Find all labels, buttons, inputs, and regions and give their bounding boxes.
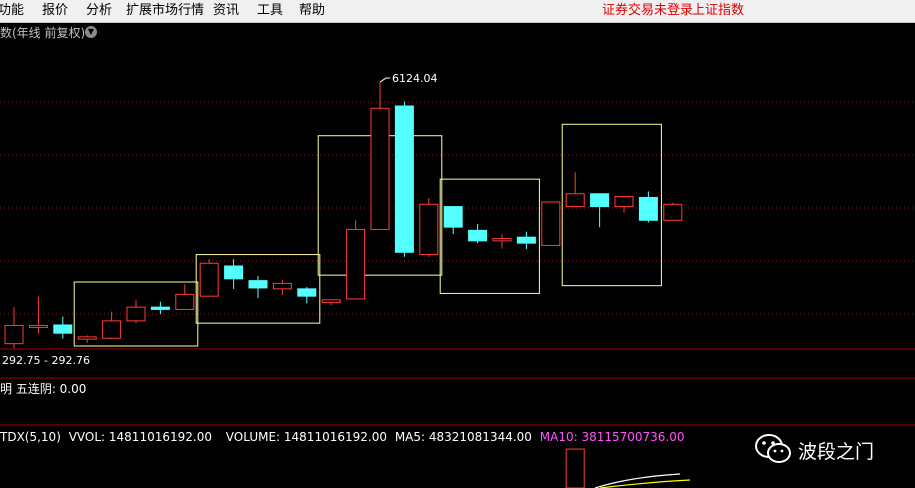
candle-body (614, 196, 634, 208)
ma10-line (599, 479, 691, 488)
candle (4, 307, 24, 349)
candle (224, 259, 244, 289)
candle (394, 101, 414, 257)
candle-body (565, 193, 585, 208)
consolidation-box (439, 178, 540, 294)
candle (346, 220, 366, 300)
candle-body (297, 288, 317, 297)
menu-help[interactable]: 帮助 (299, 3, 325, 19)
candle (272, 279, 292, 296)
high-pointer (379, 77, 390, 83)
menu-function[interactable]: 功能 (0, 3, 24, 19)
grid-lines (0, 101, 915, 426)
vvol-value: VVOL: 14811016192.00 (68, 430, 212, 444)
candle (663, 202, 683, 221)
tdx-label: TDX(5,10) (0, 430, 61, 444)
candle (419, 198, 439, 257)
candle-body (516, 236, 536, 244)
candle-body (4, 324, 24, 345)
candle (248, 276, 268, 298)
menu-extended-market[interactable]: 扩展市场行情 (126, 3, 204, 19)
candle-body (394, 105, 414, 253)
volume-readout: TDX(5,10) VVOL: 14811016192.00 VOLUME: 1… (0, 430, 685, 444)
candles (4, 82, 683, 349)
candle-body (175, 293, 195, 310)
volume-value: VOLUME: 14811016192.00 (225, 430, 387, 444)
candle (638, 191, 658, 223)
menu-quote[interactable]: 报价 (42, 3, 68, 19)
candle (175, 284, 195, 310)
candle-body (443, 206, 463, 228)
trade-login-status[interactable]: 证券交易未登录 (602, 3, 693, 19)
watermark-text: 波段之门 (798, 441, 875, 463)
volume-bar (565, 448, 585, 488)
candle (102, 311, 122, 340)
candle (150, 301, 170, 314)
menu-analysis[interactable]: 分析 (86, 3, 112, 19)
candle (590, 193, 610, 228)
low-label: 292.75 - 292.76 (2, 354, 90, 367)
candlestick-chart: 6124.04 292.75 - 292.76 (0, 72, 915, 488)
consolidation-boxes (73, 123, 662, 347)
candle (468, 223, 488, 244)
candle (297, 287, 317, 304)
volume-pane (565, 448, 691, 488)
candle (199, 259, 219, 297)
candle (443, 206, 463, 234)
candle (126, 300, 146, 324)
ma5-value: MA5: 48321081344.00 (394, 430, 532, 444)
candle-body (126, 306, 146, 322)
candle (321, 299, 341, 306)
candle-body (77, 336, 97, 340)
candle (565, 172, 585, 208)
ma10-value: MA10: 38115700736.00 (539, 430, 685, 444)
menu-news[interactable]: 资讯 (213, 3, 239, 19)
candle-body (590, 193, 610, 208)
candle-body (28, 324, 48, 328)
candle-body (272, 282, 292, 290)
candle (28, 296, 48, 334)
candle-body (492, 238, 512, 242)
indicator-readout: 明 五连阴: 0.00 (0, 382, 87, 396)
candle (77, 335, 97, 343)
high-label: 6124.04 (392, 72, 438, 85)
candle (370, 82, 390, 230)
candle-body (102, 320, 122, 339)
candle (492, 234, 512, 249)
wechat-icon (755, 434, 791, 463)
candle-body (468, 229, 488, 242)
candle-body (150, 306, 170, 310)
candle-body (248, 280, 268, 289)
candle-body (419, 203, 439, 256)
candle (614, 196, 634, 213)
candle (541, 201, 561, 246)
candle-body (199, 262, 219, 297)
candle (53, 316, 73, 339)
candle-body (224, 265, 244, 280)
candle-body (541, 201, 561, 246)
candle (516, 231, 536, 250)
menu-bar: 功能 报价 分析 扩展市场行情 资讯 工具 帮助 证券交易未登录 上证指数 (0, 0, 915, 23)
candle-body (370, 107, 390, 230)
candle-body (663, 203, 683, 221)
candle-body (346, 228, 366, 300)
menu-tools[interactable]: 工具 (257, 3, 283, 19)
candle-body (321, 299, 341, 304)
candle-body (638, 196, 658, 221)
candle-body (53, 324, 73, 334)
index-name: 上证指数 (692, 3, 745, 18)
